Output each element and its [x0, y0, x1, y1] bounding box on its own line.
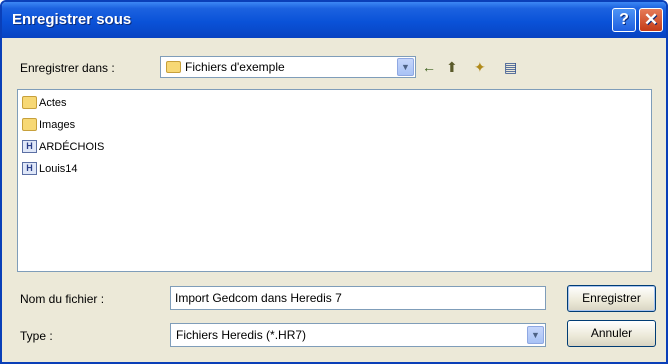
- filename-field[interactable]: Import Gedcom dans Heredis 7: [170, 286, 546, 310]
- folder-icon: [166, 61, 181, 73]
- list-item[interactable]: H Louis14: [22, 160, 78, 178]
- back-icon[interactable]: ←: [422, 58, 436, 76]
- type-value: Fichiers Heredis (*.HR7): [176, 328, 307, 342]
- location-value: Fichiers d'exemple: [185, 60, 285, 74]
- chevron-down-icon[interactable]: ▼: [397, 58, 414, 76]
- views-menu-icon[interactable]: ▤: [504, 58, 517, 76]
- file-name: Images: [39, 119, 76, 131]
- file-name: Actes: [39, 97, 67, 109]
- save-as-dialog: Enregistrer sous ? ✕ Enregistrer dans : …: [0, 0, 668, 364]
- heredis-file-icon: H: [22, 139, 37, 153]
- filename-label: Nom du fichier :: [20, 292, 105, 306]
- title-bar: Enregistrer sous ? ✕: [2, 2, 666, 38]
- list-item[interactable]: Images: [22, 116, 75, 134]
- heredis-file-icon: H: [22, 161, 37, 175]
- location-label: Enregistrer dans :: [20, 61, 115, 75]
- new-folder-icon[interactable]: ✦: [474, 58, 486, 76]
- list-item[interactable]: Actes: [22, 94, 67, 112]
- save-button[interactable]: Enregistrer: [567, 285, 656, 312]
- chevron-down-icon[interactable]: ▼: [527, 326, 544, 344]
- folder-icon: [22, 117, 37, 131]
- file-name: ARDÉCHOIS: [39, 141, 105, 153]
- location-dropdown[interactable]: Fichiers d'exemple ▼: [160, 56, 416, 78]
- help-button[interactable]: ?: [612, 8, 636, 32]
- window-title: Enregistrer sous: [12, 11, 132, 28]
- file-name: Louis14: [39, 163, 78, 175]
- list-item[interactable]: H ARDÉCHOIS: [22, 138, 104, 156]
- close-button[interactable]: ✕: [639, 8, 663, 32]
- type-dropdown[interactable]: Fichiers Heredis (*.HR7) ▼: [170, 323, 546, 347]
- up-folder-icon[interactable]: ⬆: [446, 58, 458, 76]
- cancel-button[interactable]: Annuler: [567, 320, 656, 347]
- file-list[interactable]: Actes Images H ARDÉCHOIS H Louis14: [17, 89, 652, 272]
- type-label: Type :: [20, 329, 53, 343]
- folder-icon: [22, 95, 37, 109]
